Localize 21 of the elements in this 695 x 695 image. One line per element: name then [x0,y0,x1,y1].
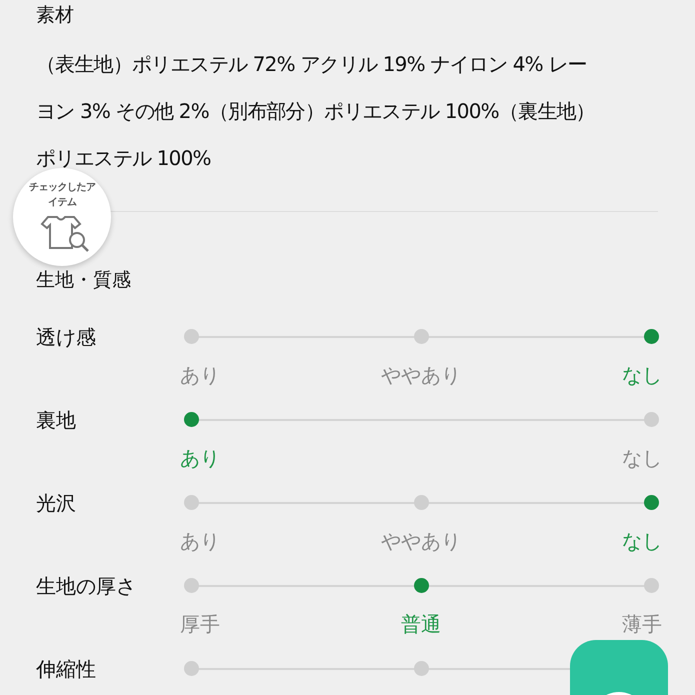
attribute-label: 裏地 [36,407,77,433]
attribute-label: 生地の厚さ [36,573,137,599]
option-label: なし [622,362,662,389]
option-label: ややあり [381,362,461,389]
material-text: （表生地）ポリエステル 72% アクリル 19% ナイロン 4% レー [36,51,588,78]
option-label: 普通 [401,611,441,638]
attribute-label: 光沢 [36,490,77,516]
material-text: ヨン 3% その他 2%（別布部分）ポリエステル 100%（裏生地） [36,98,596,125]
attribute-label: 伸縮性 [36,656,97,682]
option-label: あり [180,528,220,555]
option-label: 厚手 [180,611,220,638]
section-title: 素材 [36,3,75,28]
option-label: あり [180,445,220,472]
option-label: あり [180,362,220,389]
option-label: 薄手 [622,611,662,638]
option-label: ややあり [381,528,461,555]
checked-items-button[interactable]: チェックしたアイテム [13,168,111,266]
option-label: なし [622,445,662,472]
section-title: 生地・質感 [36,268,132,293]
option-label: なし [622,528,662,555]
attribute-label: 透け感 [36,324,97,350]
